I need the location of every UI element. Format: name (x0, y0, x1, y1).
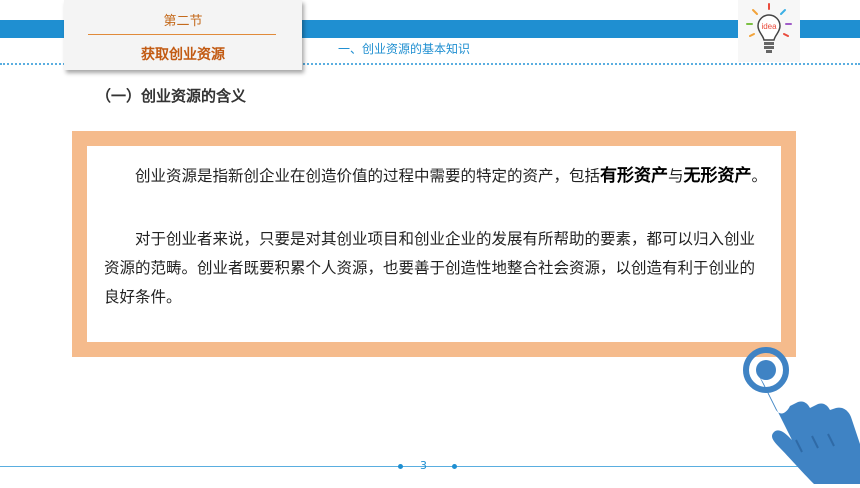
tangible-assets-term: 有形资产 (600, 166, 669, 186)
svg-text:idea: idea (761, 22, 777, 31)
subtopic-label: 一、创业资源的基本知识 (338, 42, 471, 56)
pointing-hand-icon (736, 344, 860, 484)
definition-paragraph: 创业资源是指新创企业在创造价值的过程中需要的特定的资产，包括有形资产与无形资产。 (104, 162, 768, 191)
title-underline (88, 34, 276, 35)
explanation-paragraph: 对于创业者来说，只要是对其创业项目和创业企业的发展有所帮助的要素，都可以归入创业… (104, 230, 756, 306)
intangible-assets-term: 无形资产 (683, 166, 752, 186)
footer-line (0, 466, 860, 467)
section-number: 第二节 (163, 14, 203, 29)
definition-text: 创业资源是指新创企业在创造价值的过程中需要的特定的资产，包括 (135, 167, 601, 185)
section-title-card: 第二节 获取创业资源 (64, 0, 302, 70)
section-title: 获取创业资源 (141, 47, 225, 63)
definition-connector: 与 (668, 167, 684, 185)
lightbulb-idea-icon: idea (738, 0, 800, 62)
page-number: 3 (420, 459, 427, 472)
footer-dot-left (398, 464, 403, 469)
footer-dot-right (452, 464, 457, 469)
content-heading: （一）创业资源的含义 (96, 87, 247, 105)
definition-period: 。 (751, 167, 768, 185)
